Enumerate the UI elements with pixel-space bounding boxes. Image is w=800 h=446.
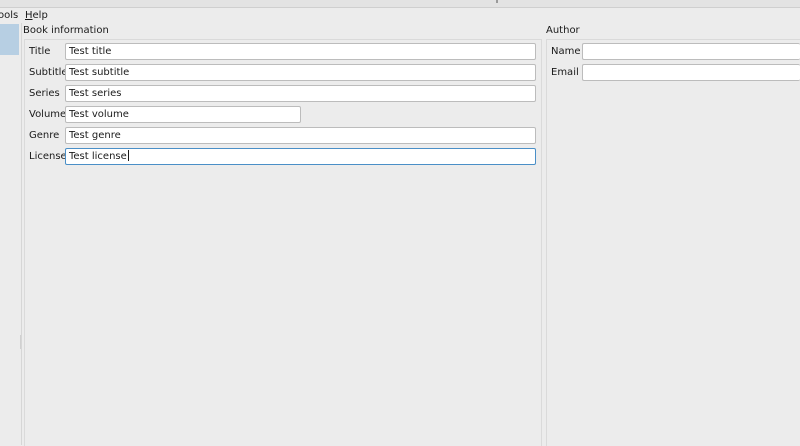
genre-label: Genre bbox=[29, 130, 60, 141]
splitter-handle[interactable] bbox=[20, 335, 21, 349]
name-label: Name bbox=[551, 46, 581, 57]
license-input[interactable]: Test license bbox=[65, 148, 536, 165]
license-label: License bbox=[29, 151, 67, 162]
title-label: Title bbox=[29, 46, 51, 57]
name-input[interactable] bbox=[582, 43, 800, 60]
author-panel bbox=[546, 39, 800, 446]
subtitle-label: Subtitle bbox=[29, 67, 68, 78]
volume-input[interactable]: Test volume bbox=[65, 106, 301, 123]
genre-input[interactable]: Test genre bbox=[65, 127, 536, 144]
menu-help[interactable]: Help bbox=[25, 9, 48, 22]
text-caret bbox=[127, 150, 129, 161]
volume-label: Volume bbox=[29, 109, 67, 120]
email-input[interactable] bbox=[582, 64, 800, 81]
side-tab-selected[interactable] bbox=[0, 24, 19, 55]
side-tab-strip bbox=[0, 23, 22, 445]
book-information-heading: Book information bbox=[23, 25, 109, 36]
license-input-value: Test license bbox=[69, 151, 127, 162]
menu-help-rest: elp bbox=[32, 10, 48, 21]
menubar: ools Help bbox=[0, 8, 800, 23]
window-titlebar bbox=[0, 0, 800, 8]
email-label: Email bbox=[551, 67, 579, 78]
menu-tools[interactable]: ools bbox=[0, 9, 18, 22]
menu-help-mnemonic: H bbox=[25, 10, 33, 21]
title-input[interactable]: Test title bbox=[65, 43, 536, 60]
author-heading: Author bbox=[546, 25, 580, 36]
subtitle-input[interactable]: Test subtitle bbox=[65, 64, 536, 81]
titlebar-fragment bbox=[496, 0, 498, 3]
series-input[interactable]: Test series bbox=[65, 85, 536, 102]
series-label: Series bbox=[29, 88, 60, 99]
